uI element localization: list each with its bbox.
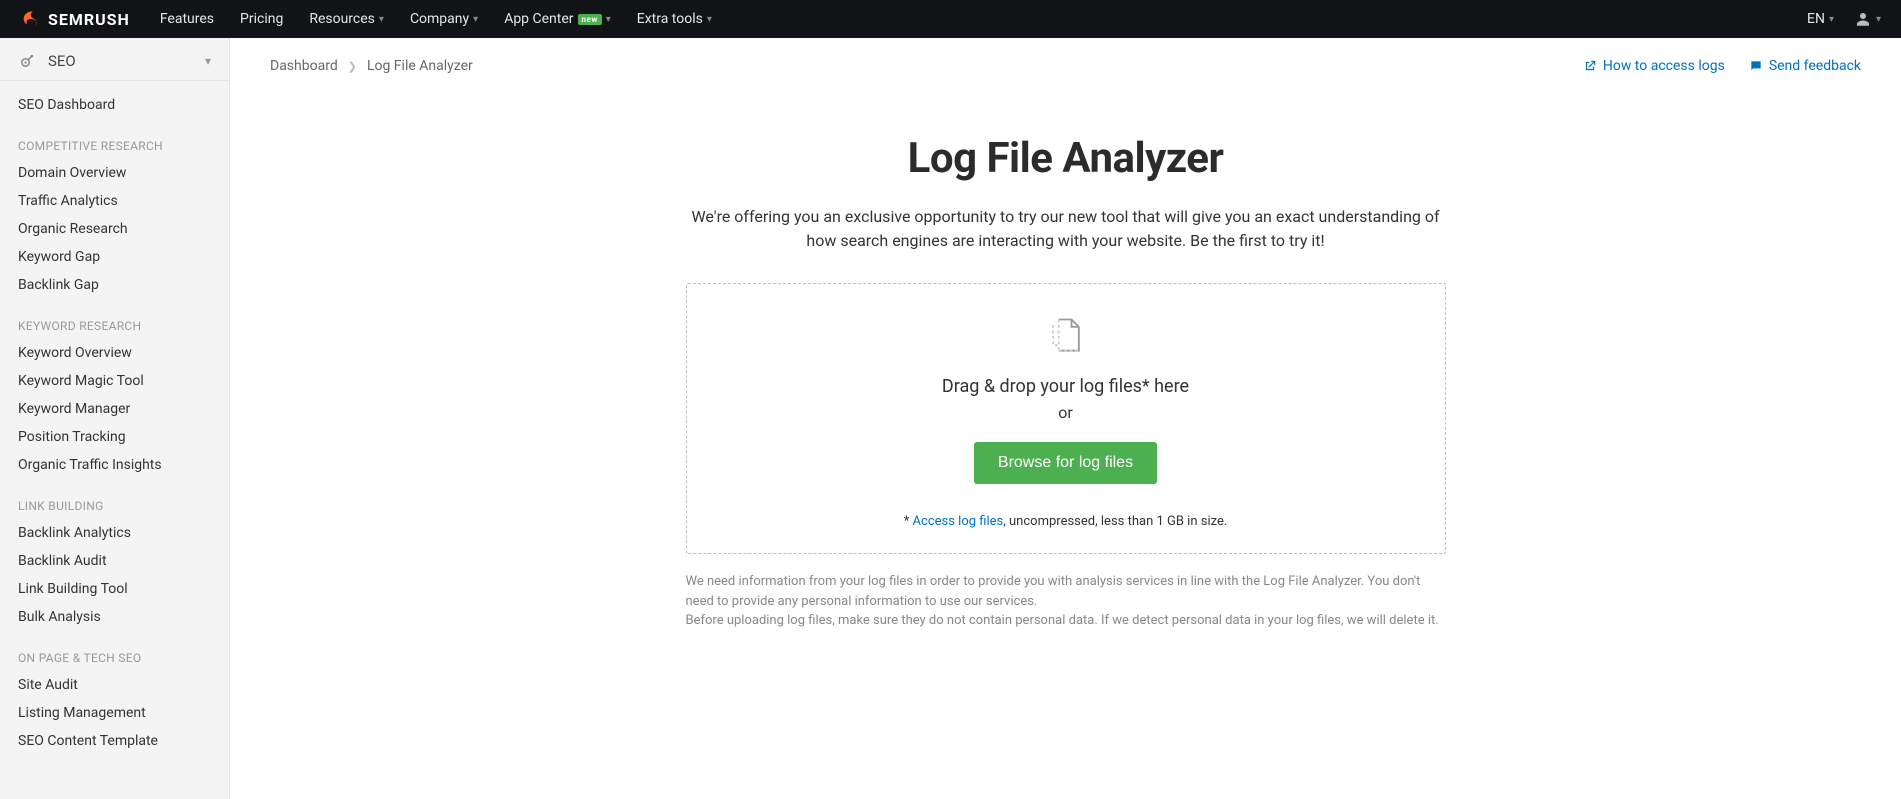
sidebar-section-onpage: ON PAGE & TECH SEO	[0, 641, 229, 671]
chat-icon	[1749, 59, 1763, 73]
top-bar: SEMRUSH Features Pricing Resources ▾ Comp…	[0, 0, 1901, 38]
page-title: Log File Analyzer	[686, 134, 1446, 183]
nav-features[interactable]: Features	[160, 11, 214, 27]
file-dropzone[interactable]: Drag & drop your log files* here or Brow…	[686, 283, 1446, 554]
sidebar-item-bulk-analysis[interactable]: Bulk Analysis	[0, 603, 229, 631]
sidebar-item-keyword-magic[interactable]: Keyword Magic Tool	[0, 367, 229, 395]
sidebar-item-position-tracking[interactable]: Position Tracking	[0, 423, 229, 451]
breadcrumb: Dashboard ❯ Log File Analyzer	[270, 58, 473, 74]
sidebar-section-keyword: KEYWORD RESEARCH	[0, 309, 229, 339]
user-menu[interactable]: ▾	[1854, 10, 1881, 28]
how-to-access-logs-link[interactable]: How to access logs	[1583, 58, 1725, 74]
nav-features-label: Features	[160, 11, 214, 27]
drop-or: or	[727, 403, 1405, 422]
brand-logo[interactable]: SEMRUSH	[20, 8, 130, 30]
nav-appcenter-label: App Center	[504, 11, 573, 27]
sidebar-item-keyword-overview[interactable]: Keyword Overview	[0, 339, 229, 367]
target-icon	[18, 52, 36, 70]
file-icon	[1044, 314, 1088, 358]
drop-note-suffix: , uncompressed, less than 1 GB in size.	[1003, 514, 1227, 529]
nav-extra-tools[interactable]: Extra tools ▾	[637, 11, 712, 27]
main-content: Dashboard ❯ Log File Analyzer How to acc…	[230, 38, 1901, 799]
nav-company-label: Company	[410, 11, 469, 27]
nav-company[interactable]: Company ▾	[410, 11, 478, 27]
sidebar-item-seo-dashboard[interactable]: SEO Dashboard	[0, 91, 229, 119]
language-selector[interactable]: EN ▾	[1807, 11, 1834, 27]
page-subtitle: We're offering you an exclusive opportun…	[686, 205, 1446, 253]
sidebar-item-seo-content-template[interactable]: SEO Content Template	[0, 727, 229, 755]
brand-name: SEMRUSH	[48, 10, 130, 29]
semrush-flame-icon	[20, 8, 42, 30]
sidebar-item-organic-traffic-insights[interactable]: Organic Traffic Insights	[0, 451, 229, 479]
how-to-label: How to access logs	[1603, 58, 1725, 74]
new-badge: new	[578, 14, 602, 25]
sidebar-item-link-building-tool[interactable]: Link Building Tool	[0, 575, 229, 603]
sidebar: SEO ▾ SEO Dashboard COMPETITIVE RESEARCH…	[0, 38, 230, 799]
chevron-down-icon: ▾	[205, 54, 211, 68]
share-icon	[1583, 59, 1597, 73]
chevron-down-icon: ▾	[379, 14, 384, 25]
nav-extratools-label: Extra tools	[637, 11, 703, 27]
drop-instruction: Drag & drop your log files* here	[727, 376, 1405, 397]
user-icon	[1854, 10, 1872, 28]
drop-note: * Access log files, uncompressed, less t…	[727, 514, 1405, 529]
language-label: EN	[1807, 11, 1825, 27]
breadcrumb-current: Log File Analyzer	[367, 58, 473, 74]
sidebar-item-backlink-analytics[interactable]: Backlink Analytics	[0, 519, 229, 547]
disclaimer: We need information from your log files …	[686, 572, 1446, 631]
browse-button[interactable]: Browse for log files	[974, 442, 1157, 484]
nav-pricing-label: Pricing	[240, 11, 283, 27]
nav-app-center[interactable]: App Center new ▾	[504, 11, 611, 27]
sidebar-item-keyword-gap[interactable]: Keyword Gap	[0, 243, 229, 271]
sidebar-item-keyword-manager[interactable]: Keyword Manager	[0, 395, 229, 423]
sidebar-header[interactable]: SEO ▾	[0, 38, 229, 81]
disclaimer-line-2: Before uploading log files, make sure th…	[686, 611, 1446, 631]
drop-note-prefix: *	[904, 514, 913, 529]
chevron-down-icon: ▾	[606, 14, 611, 25]
breadcrumb-dashboard[interactable]: Dashboard	[270, 58, 338, 74]
access-log-files-link[interactable]: Access log files	[913, 514, 1004, 529]
sidebar-item-organic-research[interactable]: Organic Research	[0, 215, 229, 243]
chevron-down-icon: ▾	[1829, 14, 1834, 25]
feedback-label: Send feedback	[1769, 58, 1861, 74]
chevron-down-icon: ▾	[707, 14, 712, 25]
sidebar-item-backlink-gap[interactable]: Backlink Gap	[0, 271, 229, 299]
sidebar-item-traffic-analytics[interactable]: Traffic Analytics	[0, 187, 229, 215]
chevron-right-icon: ❯	[348, 60, 357, 73]
top-nav: Features Pricing Resources ▾ Company ▾ App…	[160, 11, 1807, 27]
sidebar-section-link: LINK BUILDING	[0, 489, 229, 519]
send-feedback-link[interactable]: Send feedback	[1749, 58, 1861, 74]
sidebar-section-competitive: COMPETITIVE RESEARCH	[0, 129, 229, 159]
sidebar-item-domain-overview[interactable]: Domain Overview	[0, 159, 229, 187]
sidebar-title: SEO	[48, 52, 76, 70]
disclaimer-line-1: We need information from your log files …	[686, 572, 1446, 611]
nav-pricing[interactable]: Pricing	[240, 11, 283, 27]
nav-resources-label: Resources	[309, 11, 375, 27]
sidebar-item-listing-management[interactable]: Listing Management	[0, 699, 229, 727]
nav-resources[interactable]: Resources ▾	[309, 11, 384, 27]
chevron-down-icon: ▾	[473, 14, 478, 25]
top-right: EN ▾ ▾	[1807, 10, 1881, 28]
chevron-down-icon: ▾	[1876, 14, 1881, 25]
sidebar-item-site-audit[interactable]: Site Audit	[0, 671, 229, 699]
sidebar-item-backlink-audit[interactable]: Backlink Audit	[0, 547, 229, 575]
